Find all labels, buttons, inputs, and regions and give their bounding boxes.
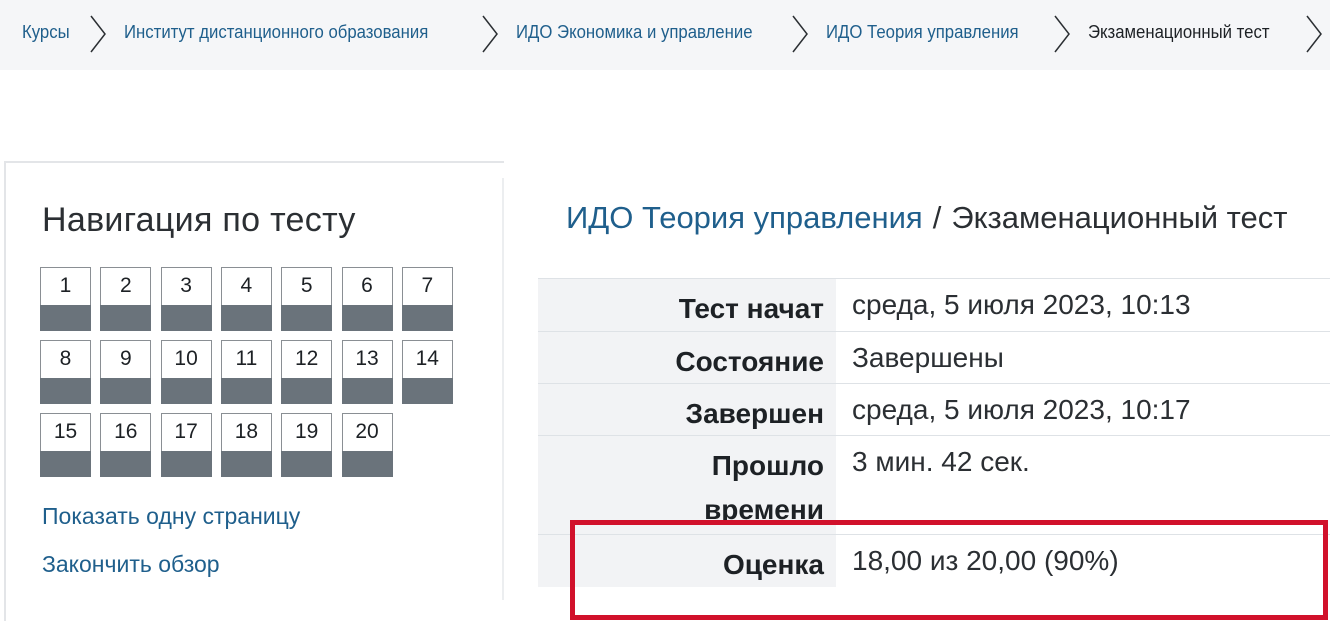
summary-row-completed: Завершен среда, 5 июля 2023, 10:17 [538,384,1330,436]
question-number: 9 [119,347,132,370]
question-status-bar [341,305,393,331]
question-button-16[interactable]: 16 [100,413,152,477]
question-number: 12 [295,347,319,370]
question-button-15[interactable]: 15 [40,413,91,477]
summary-value: 3 мин. 42 сек. [852,446,1030,477]
question-status-bar [40,305,91,331]
question-status-bar [100,305,152,331]
question-number: 11 [235,347,258,370]
question-button-17[interactable]: 17 [160,413,212,477]
question-status-bar [40,378,91,404]
question-button-4[interactable]: 4 [220,267,272,331]
breadcrumb-item-course[interactable]: ИДО Теория управления [826,22,1019,43]
question-status-bar [220,305,272,331]
question-status-bar [401,305,453,331]
question-number: 6 [361,274,373,297]
question-button-7[interactable]: 7 [401,267,453,331]
grade-highlight-box [570,520,1328,620]
summary-value: Завершены [852,342,1004,373]
question-button-11[interactable]: 11 [220,340,272,404]
breadcrumb: Курсы Институт дистанционного образовани… [0,0,1330,70]
question-status-bar [160,305,212,331]
question-button-10[interactable]: 10 [160,340,212,404]
question-button-14[interactable]: 14 [401,340,453,404]
question-status-bar [281,378,333,404]
breadcrumb-item-economics[interactable]: ИДО Экономика и управление [516,22,753,43]
page-title: ИДО Теория управления / Экзаменационный те… [566,200,1287,236]
question-status-bar [341,451,393,477]
question-number: 3 [180,274,192,297]
summary-label: Прошло времени [704,450,824,525]
panel-divider [502,178,504,600]
question-status-bar [160,451,212,477]
show-one-page-link[interactable]: Показать одну страницу [42,503,300,530]
question-number: 15 [53,420,78,443]
question-number: 4 [240,274,253,297]
question-button-8[interactable]: 8 [40,340,91,404]
question-status-bar [220,451,272,477]
question-status-bar [160,378,212,404]
question-button-12[interactable]: 12 [281,340,333,404]
question-number: 10 [174,347,198,370]
question-status-bar [401,378,453,404]
question-button-9[interactable]: 9 [100,340,152,404]
question-status-bar [281,305,333,331]
chevron-right-icon [478,12,502,56]
question-number: 19 [295,420,319,443]
question-number: 13 [355,347,379,370]
question-button-1[interactable]: 1 [40,267,91,331]
question-number: 20 [355,420,379,443]
quiz-navigation-panel: Навигация по тесту 1 2 3 4 5 6 7 8 9 10 11 12 13 14 15… [4,161,504,621]
question-number: 16 [114,420,138,443]
question-button-13[interactable]: 13 [341,340,393,404]
question-button-20[interactable]: 20 [341,413,393,477]
question-number: 18 [234,420,259,443]
question-number: 17 [174,420,198,443]
summary-value: среда, 5 июля 2023, 10:17 [852,394,1191,425]
question-status-bar [40,451,91,477]
summary-label: Тест начат [678,293,824,324]
question-number: 2 [119,274,132,297]
chevron-right-icon [86,12,110,56]
page-title-separator: / [932,200,942,235]
question-button-2[interactable]: 2 [100,267,152,331]
summary-row-state: Состояние Завершены [538,332,1330,384]
quiz-navigation-title: Навигация по тесту [42,201,356,239]
chevron-right-icon [1050,12,1074,56]
summary-value: среда, 5 июля 2023, 10:13 [852,289,1191,320]
question-number: 5 [300,274,313,297]
chevron-right-icon [788,12,812,56]
question-number: 8 [59,347,72,370]
question-button-3[interactable]: 3 [160,267,212,331]
question-button-5[interactable]: 5 [281,267,333,331]
page-title-course-link[interactable]: ИДО Теория управления [566,200,923,235]
question-number: 14 [415,347,439,370]
question-button-19[interactable]: 19 [281,413,333,477]
question-status-bar [341,378,393,404]
question-status-bar [281,451,333,477]
question-status-bar [100,378,152,404]
finish-review-link[interactable]: Закончить обзор [42,551,220,578]
question-button-6[interactable]: 6 [341,267,393,331]
question-status-bar [100,451,152,477]
summary-label: Состояние [675,346,824,377]
chevron-right-icon [1302,12,1326,56]
summary-row-started: Тест начат среда, 5 июля 2023, 10:13 [538,279,1330,332]
question-status-bar [220,378,272,404]
breadcrumb-item-institute[interactable]: Институт дистанционного образования [124,22,428,43]
question-number: 7 [421,274,434,297]
question-number: 1 [59,274,72,297]
breadcrumb-item-exam[interactable]: Экзаменационный тест [1088,22,1270,43]
breadcrumb-item-courses[interactable]: Курсы [22,22,70,43]
question-button-18[interactable]: 18 [220,413,272,477]
page-title-current: Экзаменационный тест [951,200,1288,235]
summary-label: Завершен [685,398,824,429]
